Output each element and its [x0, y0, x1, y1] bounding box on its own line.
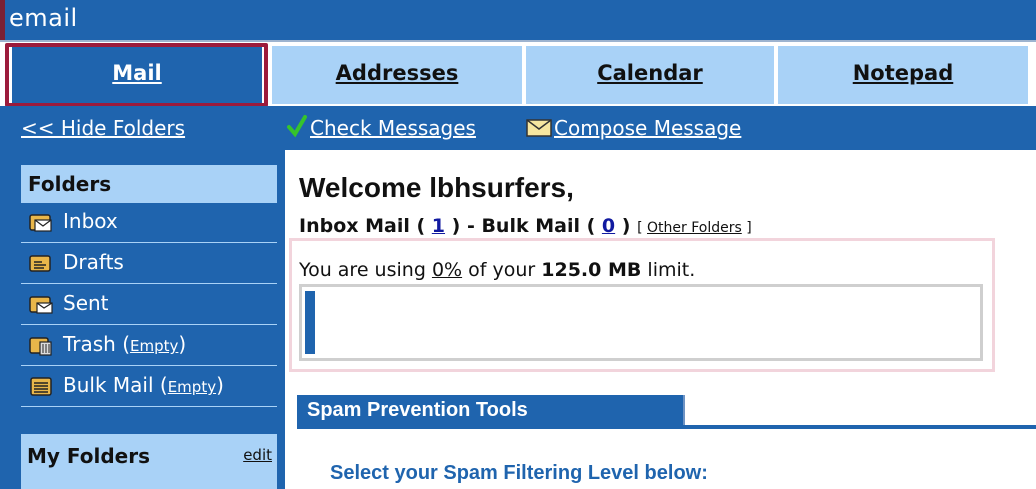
check-messages-link[interactable]: Check Messages [310, 116, 476, 140]
sidebar-item-drafts[interactable]: Drafts [21, 244, 277, 284]
empty-trash-link[interactable]: Empty [130, 337, 178, 355]
folder-trash-label: Trash (Empty) [63, 332, 187, 356]
app-title: email [9, 4, 78, 32]
my-folders-edit-link[interactable]: edit [243, 446, 272, 464]
checkmark-icon[interactable] [287, 113, 307, 139]
storage-usage-text: You are using 0% of your 125.0 MB limit. [299, 259, 695, 281]
usage-limit: 125.0 MB [541, 259, 642, 281]
other-folders-close: ] [746, 220, 752, 236]
bulk-mail-name: Bulk Mail [63, 373, 154, 397]
tab-notepad[interactable]: Notepad [778, 46, 1030, 104]
usage-percent-link[interactable]: 0% [432, 259, 462, 281]
sidebar-item-inbox[interactable]: Inbox [21, 203, 277, 243]
tab-mail-label: Mail [112, 61, 162, 85]
sent-icon [29, 296, 53, 314]
tab-addresses[interactable]: Addresses [272, 46, 524, 104]
folder-inbox-label: Inbox [63, 209, 118, 233]
drafts-icon [29, 255, 51, 272]
empty-bulk-mail-link[interactable]: Empty [168, 378, 216, 396]
spam-tab-divider [683, 395, 685, 429]
usage-prefix: You are using [299, 259, 426, 281]
tab-calendar-label: Calendar [597, 61, 703, 85]
storage-usage-bar [299, 284, 983, 361]
folder-bulk-mail-label: Bulk Mail (Empty) [63, 373, 224, 397]
welcome-heading: Welcome lbhsurfers, [299, 172, 574, 203]
trash-icon [29, 337, 52, 356]
inbox-count-link[interactable]: 1 [432, 215, 445, 237]
inbox-icon [29, 214, 52, 232]
usage-suffix: limit. [647, 259, 696, 281]
other-folders-open: [ [637, 220, 643, 236]
compose-message-link[interactable]: Compose Message [554, 116, 741, 140]
trash-name: Trash [63, 332, 116, 356]
storage-usage-fill [305, 291, 315, 354]
my-folders-header: My Folders edit [21, 434, 277, 489]
spam-tab-underline [297, 425, 1036, 429]
usage-mid: of your [468, 259, 536, 281]
other-folders-link[interactable]: Other Folders [647, 220, 742, 236]
spam-prevention-tab[interactable]: Spam Prevention Tools [297, 395, 683, 429]
bulk-mail-icon [30, 377, 52, 396]
folders-header: Folders [21, 165, 277, 203]
tab-notepad-label: Notepad [852, 61, 954, 85]
folder-sent-label: Sent [63, 291, 109, 315]
sidebar-item-sent[interactable]: Sent [21, 285, 277, 325]
sidebar-item-trash[interactable]: Trash (Empty) [21, 326, 277, 366]
tab-bar: Mail Addresses Calendar Notepad [0, 42, 1036, 104]
toolbar: << Hide Folders Check Messages Compose M… [0, 106, 1036, 150]
folder-drafts-label: Drafts [63, 250, 124, 274]
title-bar: email [0, 0, 1036, 42]
bulk-count-link[interactable]: 0 [602, 215, 615, 237]
other-folders: [ Other Folders ] [637, 220, 752, 236]
hide-folders-link[interactable]: << Hide Folders [21, 116, 185, 140]
envelope-icon[interactable] [526, 118, 552, 138]
tab-addresses-label: Addresses [335, 61, 459, 85]
tab-calendar[interactable]: Calendar [526, 46, 776, 104]
spam-filter-heading: Select your Spam Filtering Level below: [330, 462, 708, 484]
window-edge [0, 0, 5, 40]
my-folders-label: My Folders [27, 444, 150, 468]
sidebar-item-bulk-mail[interactable]: Bulk Mail (Empty) [21, 367, 277, 407]
bulk-mail-label: ) - Bulk Mail ( [451, 215, 596, 237]
mail-counts: Inbox Mail ( 1 ) - Bulk Mail ( 0 ) [ Oth… [299, 215, 752, 237]
inbox-mail-label: Inbox Mail ( [299, 215, 426, 237]
email-app: email Mail Addresses Calendar Notepad <<… [0, 0, 1036, 489]
tab-mail[interactable]: Mail [12, 46, 264, 104]
close-paren: ) [621, 215, 631, 237]
